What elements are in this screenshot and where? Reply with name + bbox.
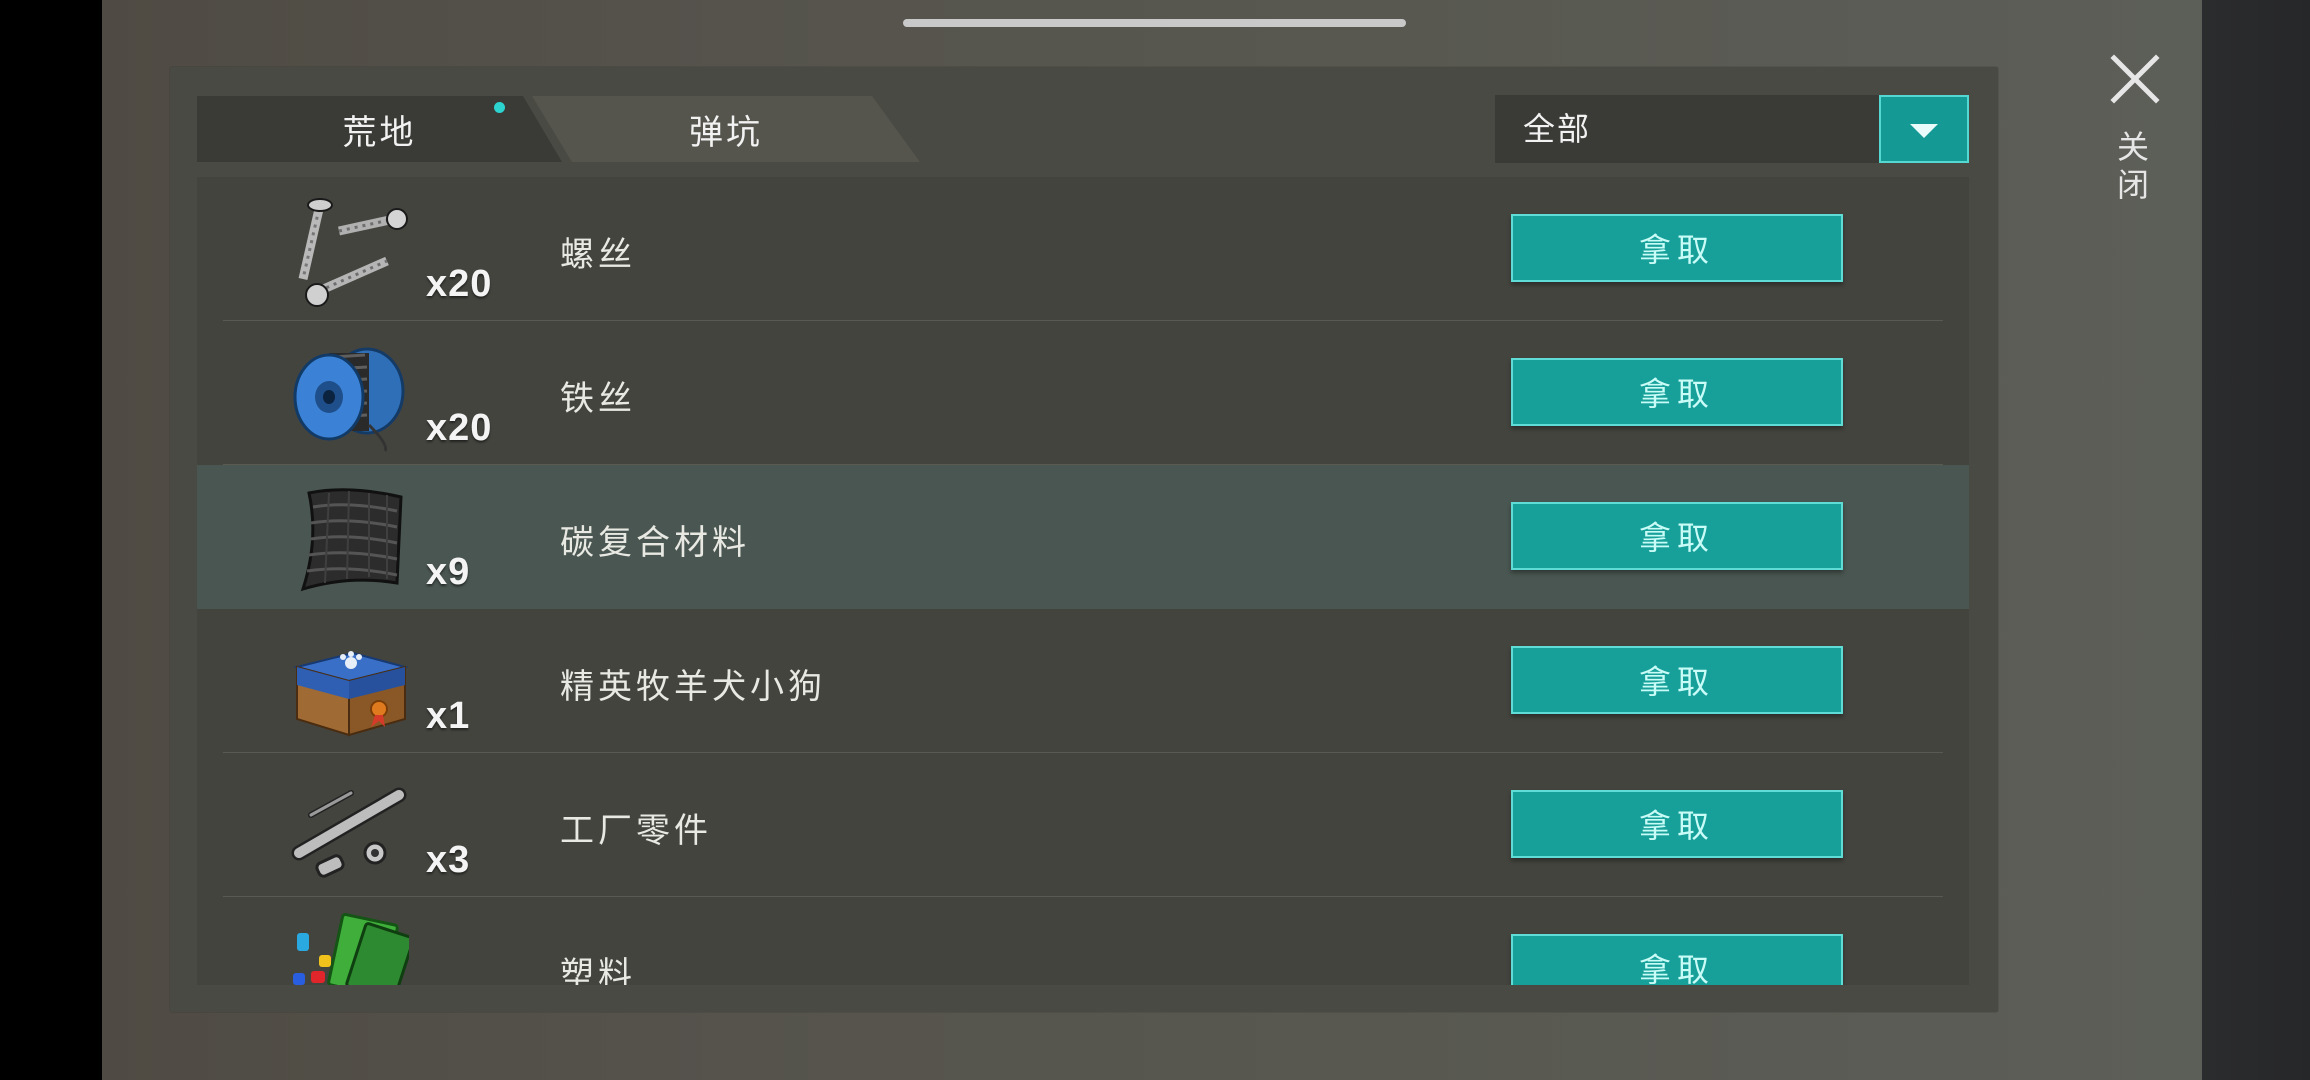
- list-item: x9 碳复合材料 拿取: [197, 465, 1969, 609]
- loot-panel: 荒地 弹坑 全部 x20 螺丝 拿取 x20 铁丝 拿取 x9 碳复合材料 拿取…: [170, 67, 1998, 1012]
- list-item: x3 工厂零件 拿取: [197, 753, 1969, 897]
- item-name: 工厂零件: [560, 811, 712, 851]
- item-name: 铁丝: [560, 379, 636, 419]
- list-item: x1 精英牧羊犬小狗 拿取: [197, 609, 1969, 753]
- notification-dot-icon: [494, 102, 505, 113]
- filter-dropdown[interactable]: 全部: [1495, 95, 1969, 163]
- item-quantity: x20: [426, 263, 493, 305]
- close-label: 关闭: [2112, 130, 2150, 206]
- take-button[interactable]: 拿取: [1511, 790, 1843, 858]
- item-quantity: x20: [426, 407, 493, 449]
- screen: 荒地 弹坑 全部 x20 螺丝 拿取 x20 铁丝 拿取 x9 碳复合材料 拿取…: [0, 0, 2310, 1080]
- tab-crater-label: 弹坑: [689, 112, 763, 153]
- tab-wasteland-label: 荒地: [342, 112, 417, 153]
- item-name: 精英牧羊犬小狗: [560, 667, 826, 707]
- take-button[interactable]: 拿取: [1511, 214, 1843, 282]
- list-item: x20 铁丝 拿取: [197, 321, 1969, 465]
- tab-wasteland[interactable]: 荒地: [197, 96, 562, 162]
- tab-crater[interactable]: 弹坑: [532, 96, 920, 162]
- filter-selected-value: 全部: [1523, 110, 1592, 148]
- take-button[interactable]: 拿取: [1511, 646, 1843, 714]
- item-list[interactable]: x20 螺丝 拿取 x20 铁丝 拿取 x9 碳复合材料 拿取 x1 精英牧羊犬…: [197, 177, 1969, 985]
- filter-dropdown-button[interactable]: [1879, 95, 1969, 163]
- take-button[interactable]: 拿取: [1511, 358, 1843, 426]
- item-quantity: x3: [426, 839, 471, 881]
- item-quantity: x1: [426, 695, 471, 737]
- take-button[interactable]: 拿取: [1511, 934, 1843, 985]
- item-quantity: x9: [426, 551, 471, 593]
- home-indicator[interactable]: [903, 19, 1406, 27]
- item-name: 塑料: [560, 955, 636, 985]
- screws-icon: [298, 198, 408, 307]
- list-item: 塑料 拿取: [197, 897, 1969, 985]
- plastic-icon: [293, 913, 409, 985]
- list-item: x20 螺丝 拿取: [197, 177, 1969, 321]
- chevron-down-icon: [1910, 124, 1938, 138]
- wire-spool-icon: [293, 347, 405, 452]
- factory-parts-icon: [291, 787, 407, 878]
- item-name: 螺丝: [560, 235, 636, 275]
- close-button[interactable]: 关闭: [2104, 48, 2166, 218]
- item-name: 碳复合材料: [560, 523, 750, 563]
- dog-box-icon: [293, 651, 409, 737]
- right-edge-bar: [2202, 0, 2310, 1080]
- carbon-composite-icon: [300, 488, 403, 592]
- close-icon: [2110, 54, 2160, 104]
- take-button[interactable]: 拿取: [1511, 502, 1843, 570]
